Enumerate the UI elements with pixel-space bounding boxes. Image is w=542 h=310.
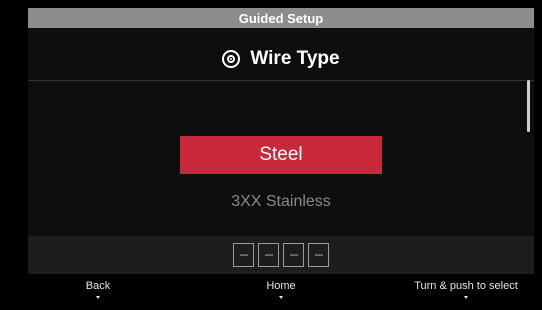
home-button[interactable]: Home (256, 280, 306, 308)
code-display: --- --- --- --- (28, 236, 534, 274)
back-button[interactable]: Back (76, 280, 120, 308)
option-3xx-stainless[interactable]: 3XX Stainless (180, 188, 382, 216)
caret-down-icon (464, 296, 468, 299)
option-label: Steel (259, 144, 303, 165)
caret-down-icon (279, 296, 283, 299)
page-title: Wire Type (250, 48, 340, 69)
option-steel[interactable]: Steel (180, 136, 382, 174)
header-bar: Guided Setup (28, 8, 534, 28)
home-label: Home (266, 280, 296, 292)
softkey-bar: Back Home Turn & push to select (0, 274, 542, 310)
header-title: Guided Setup (238, 10, 324, 26)
page-title-row: Wire Type (28, 40, 534, 78)
select-knob-button[interactable]: Turn & push to select (408, 280, 524, 308)
scrollbar[interactable] (527, 80, 530, 132)
setup-screen: Guided Setup Wire Type Steel 3XX Stainle… (28, 8, 534, 274)
back-label: Back (85, 280, 111, 292)
option-label: 3XX Stainless (231, 193, 331, 210)
title-divider (28, 80, 534, 81)
code-digit: --- (258, 243, 279, 267)
caret-down-icon (96, 296, 100, 299)
code-digit: --- (233, 243, 254, 267)
code-digit: --- (308, 243, 329, 267)
code-digit: --- (283, 243, 304, 267)
select-label: Turn & push to select (414, 280, 518, 292)
wire-spool-icon (222, 50, 241, 68)
